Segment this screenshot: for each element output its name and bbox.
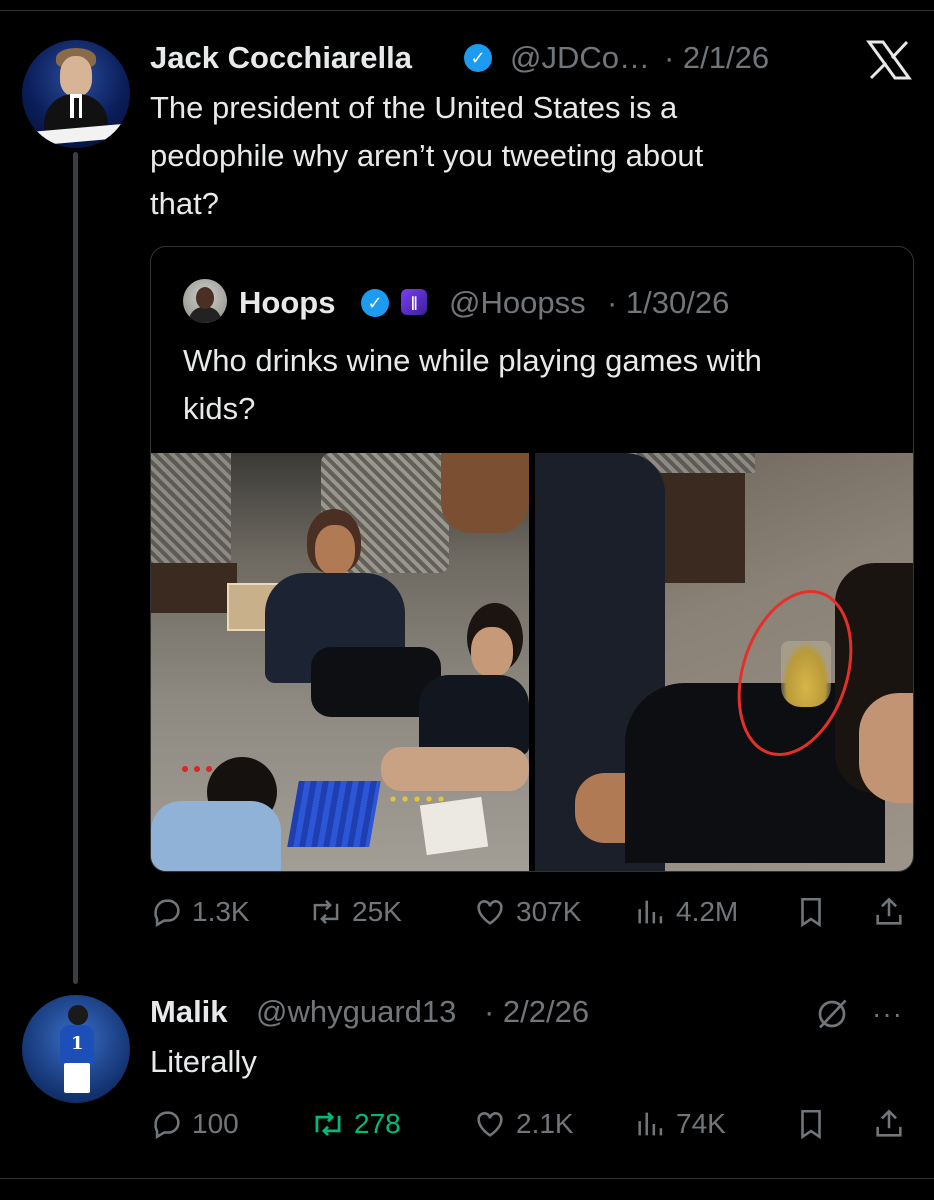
highlight-circle bbox=[737, 590, 853, 756]
quoted-text-line: kids? bbox=[183, 391, 256, 426]
verified-badge-icon: ✓ bbox=[464, 44, 492, 72]
hoodie-print bbox=[535, 623, 625, 683]
reply-date[interactable]: · 2/2/26 bbox=[484, 994, 589, 1030]
reply-icon bbox=[154, 1111, 180, 1140]
more-options-icon[interactable]: ··· bbox=[872, 998, 903, 1030]
grok-icon[interactable] bbox=[814, 996, 850, 1032]
quoted-author-name[interactable]: Hoops bbox=[239, 285, 335, 321]
quoted-date[interactable]: · 1/30/26 bbox=[607, 285, 729, 321]
avatar-hoops[interactable] bbox=[183, 279, 227, 323]
reply-icon bbox=[154, 899, 180, 928]
reply-count: 1.3K bbox=[192, 896, 250, 927]
views-button[interactable]: 4.2M bbox=[634, 892, 738, 932]
reply-author-name[interactable]: Malik bbox=[150, 994, 228, 1030]
like-button[interactable]: 2.1K bbox=[472, 1104, 574, 1144]
quoted-handle[interactable]: @Hoopss bbox=[449, 285, 586, 321]
tweet-author-name[interactable]: Jack Cocchiarella bbox=[150, 40, 412, 76]
tweet-date[interactable]: · 2/1/26 bbox=[664, 40, 769, 76]
quoted-text: Who drinks wine while playing games with… bbox=[183, 337, 893, 433]
repost-icon bbox=[315, 1111, 341, 1137]
views-button[interactable]: 74K bbox=[634, 1104, 726, 1144]
reply-action-bar: 100 278 2.1K 74K bbox=[150, 1104, 912, 1144]
quoted-media-grid bbox=[151, 453, 913, 871]
avatar-malik[interactable]: 1 bbox=[22, 995, 130, 1103]
verified-badge-icon: ✓ bbox=[361, 289, 389, 317]
views-count: 74K bbox=[676, 1108, 726, 1139]
heart-icon bbox=[477, 900, 503, 925]
avatar-jack[interactable] bbox=[22, 40, 130, 148]
repost-count: 278 bbox=[354, 1108, 401, 1139]
like-count: 307K bbox=[516, 896, 582, 927]
reply-handle[interactable]: @whyguard13 bbox=[256, 994, 456, 1030]
thread-connector-line bbox=[73, 152, 78, 984]
repost-count: 25K bbox=[352, 896, 402, 927]
views-chart-icon bbox=[638, 1112, 663, 1136]
x-logo-icon bbox=[866, 40, 912, 80]
repost-button[interactable]: 25K bbox=[308, 892, 402, 932]
views-count: 4.2M bbox=[676, 896, 739, 927]
heart-icon bbox=[477, 1112, 503, 1137]
quoted-tweet-card[interactable]: Hoops ✓ ∥ @Hoopss · 1/30/26 Who drinks w… bbox=[150, 246, 914, 872]
views-chart-icon bbox=[638, 900, 663, 924]
bottom-divider bbox=[0, 1178, 934, 1179]
like-count: 2.1K bbox=[516, 1108, 574, 1139]
affiliate-badge-icon[interactable]: ∥ bbox=[401, 289, 427, 315]
reply-text: Literally bbox=[150, 1044, 257, 1079]
quoted-text-line: Who drinks wine while playing games with bbox=[183, 343, 762, 378]
share-icon[interactable] bbox=[872, 1107, 906, 1141]
reply-count: 100 bbox=[192, 1108, 239, 1139]
tweet-text-line: pedophile why aren’t you tweeting about bbox=[150, 138, 704, 173]
tweet-handle[interactable]: @JDCo… bbox=[510, 40, 650, 76]
top-divider bbox=[0, 10, 934, 11]
media-photo-right[interactable] bbox=[535, 453, 913, 871]
repost-icon bbox=[313, 900, 339, 924]
tweet-text: The president of the United States is a … bbox=[150, 84, 870, 228]
share-icon[interactable] bbox=[872, 895, 906, 929]
reply-button[interactable]: 1.3K bbox=[150, 892, 250, 932]
tweet-thread-page: Jack Cocchiarella ✓ @JDCo… · 2/1/26 The … bbox=[0, 0, 934, 1200]
bookmark-icon[interactable] bbox=[794, 895, 828, 929]
tweet-text-line: that? bbox=[150, 186, 219, 221]
reply-button[interactable]: 100 bbox=[150, 1104, 239, 1144]
repost-button[interactable]: 278 bbox=[310, 1104, 401, 1144]
media-photo-left[interactable] bbox=[151, 453, 529, 871]
tweet-text-line: The president of the United States is a bbox=[150, 90, 678, 125]
like-button[interactable]: 307K bbox=[472, 892, 581, 932]
tweet-action-bar: 1.3K 25K 307K 4.2M bbox=[150, 892, 912, 932]
bookmark-icon[interactable] bbox=[794, 1107, 828, 1141]
